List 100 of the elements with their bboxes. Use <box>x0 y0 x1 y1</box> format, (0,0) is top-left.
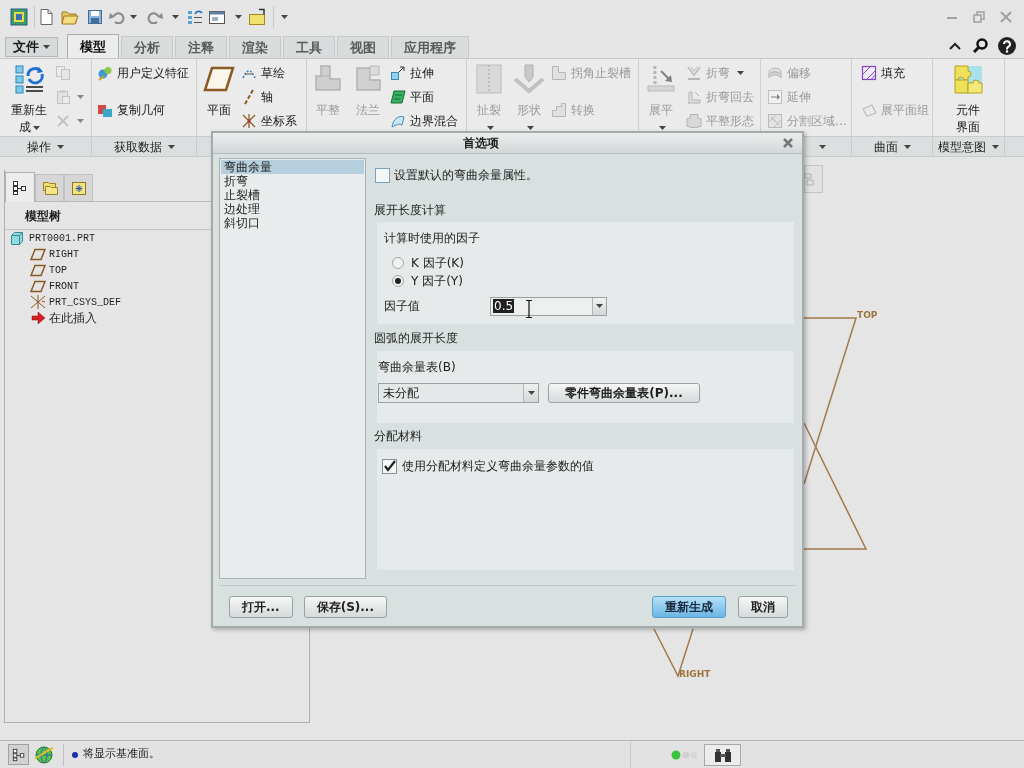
axes-icon <box>241 113 257 129</box>
open-folder-icon[interactable] <box>61 8 79 25</box>
tree-item[interactable]: 在此插入 <box>5 310 309 326</box>
ribbon-tab[interactable]: 模型 <box>67 34 119 58</box>
part-bend-table-button[interactable]: 零件弯曲余量表(P)... <box>548 383 700 403</box>
dialog-button[interactable]: 重新生成 <box>652 596 726 618</box>
factor-value-combo[interactable]: 0.5 <box>490 296 607 316</box>
collapse-icon[interactable] <box>949 40 961 51</box>
file-menu-button[interactable]: 文件 <box>5 37 58 57</box>
regenerate-icon[interactable] <box>187 8 203 25</box>
section-title: 分配材料 <box>373 428 423 445</box>
curved-surface-icon <box>390 113 406 129</box>
caret-icon <box>77 119 84 123</box>
ribbon-tab[interactable]: 分析 <box>121 36 173 58</box>
globe-icon[interactable] <box>34 744 54 765</box>
category-item[interactable]: 弯曲余量 <box>221 160 364 174</box>
notch-icon <box>551 65 567 81</box>
extrude-button[interactable]: 拉伸 <box>390 61 458 85</box>
bend-back-icon <box>686 89 702 105</box>
category-item[interactable]: 止裂槽 <box>221 188 364 202</box>
model-tree-toggle-button[interactable] <box>8 744 29 765</box>
status-lights-icon <box>671 749 698 760</box>
axis-button[interactable]: 轴 <box>241 85 297 109</box>
shapes-icon <box>97 65 113 81</box>
save-icon[interactable] <box>87 8 103 25</box>
datum-plane-label: TOP <box>857 311 878 320</box>
plane-button[interactable]: 平面 <box>201 59 237 119</box>
section-title: 圆弧的展开长度 <box>373 329 459 347</box>
caret-icon <box>172 14 179 19</box>
group-menu-button[interactable]: 模型意图 <box>933 137 1005 156</box>
unfold-arrow-icon <box>645 63 677 95</box>
tree-item[interactable]: PRT_CSYS_DEF <box>5 294 309 310</box>
binoculars-icon <box>712 746 733 763</box>
navigator-tab[interactable] <box>5 172 35 202</box>
surface-patch-icon <box>390 89 406 105</box>
dialog-button[interactable]: 打开... <box>229 596 293 618</box>
caret-icon <box>596 304 603 308</box>
tree-item[interactable]: TOP <box>5 262 309 278</box>
plane-button[interactable]: 平面 <box>390 85 458 109</box>
caret-icon <box>130 14 137 19</box>
arrow-right-icon <box>30 311 46 325</box>
ribbon-tab[interactable]: 视图 <box>337 36 389 58</box>
radio-button[interactable] <box>392 275 404 287</box>
tree-item[interactable]: RIGHT <box>5 246 309 262</box>
new-file-icon[interactable] <box>38 7 54 26</box>
field-label: 弯曲余量表(B) <box>378 360 457 374</box>
sketch-button[interactable]: 草绘 <box>241 61 297 85</box>
bend-icon <box>686 65 702 81</box>
punch-icon <box>513 63 545 95</box>
window-icon[interactable] <box>208 8 226 25</box>
regenerate-button[interactable]: 重新生成 <box>8 59 50 136</box>
category-item[interactable]: 折弯 <box>221 174 364 188</box>
bend-table-dropdown[interactable]: 未分配 <box>378 383 539 403</box>
status-message: 将显示基准面。 <box>83 746 160 763</box>
ribbon-tab[interactable]: 工具 <box>283 36 335 58</box>
step-icon <box>551 102 567 118</box>
refresh-stack-icon <box>13 63 45 95</box>
component-interface-button[interactable]: 元件界面 <box>950 59 986 136</box>
close-icon[interactable] <box>1000 10 1012 23</box>
undo-icon[interactable] <box>109 9 125 24</box>
copy-geometry-button[interactable]: 复制几何 <box>97 98 189 122</box>
help-icon[interactable] <box>998 36 1016 55</box>
radio-button[interactable] <box>392 257 404 269</box>
copy-icon <box>55 65 71 81</box>
redo-icon[interactable] <box>147 9 163 24</box>
group-menu-button[interactable]: 获取数据 <box>92 137 197 156</box>
caret-icon <box>77 95 84 99</box>
extrude-icon <box>390 65 406 81</box>
tree-item[interactable]: PRT0001.PRT <box>5 230 309 246</box>
fill-button[interactable]: 填充 <box>861 61 929 85</box>
checkbox[interactable] <box>382 458 397 474</box>
dialog-button[interactable]: 保存(S)... <box>303 596 387 618</box>
checkbox[interactable] <box>375 168 390 183</box>
radio-label: K 因子(K) <box>411 255 464 272</box>
coordinate-system-button[interactable]: 坐标系 <box>241 109 297 133</box>
ribbon-tab[interactable]: 应用程序 <box>391 36 469 58</box>
section-title: 展开长度计算 <box>373 202 447 219</box>
app-logo-icon[interactable] <box>10 7 28 26</box>
ribbon-tab[interactable]: 渲染 <box>229 36 281 58</box>
flat-pattern-icon <box>686 113 702 129</box>
folder-icon[interactable] <box>248 7 266 26</box>
text-cursor-icon <box>525 299 533 318</box>
checkbox-label: 使用分配材料定义弯曲余量参数的值 <box>402 458 594 475</box>
part-icon <box>10 231 24 245</box>
group-menu-button[interactable]: 操作 <box>0 137 92 156</box>
tree-item[interactable]: FRONT <box>5 278 309 294</box>
group-menu-button[interactable]: 曲面 <box>852 137 933 156</box>
tree-icon <box>12 179 28 196</box>
radio-label: Y 因子(Y) <box>411 273 463 290</box>
user-feature-button[interactable]: 用户定义特征 <box>97 61 189 85</box>
boundary-blend-button[interactable]: 边界混合 <box>390 109 458 133</box>
overlapping-squares-icon <box>97 102 113 118</box>
delete-icon <box>55 113 71 129</box>
find-button[interactable] <box>704 743 741 766</box>
ribbon-tab[interactable]: 注释 <box>175 36 227 58</box>
search-icon[interactable] <box>973 38 988 53</box>
offset-surface-icon <box>767 65 783 81</box>
close-icon[interactable] <box>782 137 794 149</box>
dialog-button[interactable]: 取消 <box>738 596 788 618</box>
hatched-square-icon <box>861 65 877 81</box>
